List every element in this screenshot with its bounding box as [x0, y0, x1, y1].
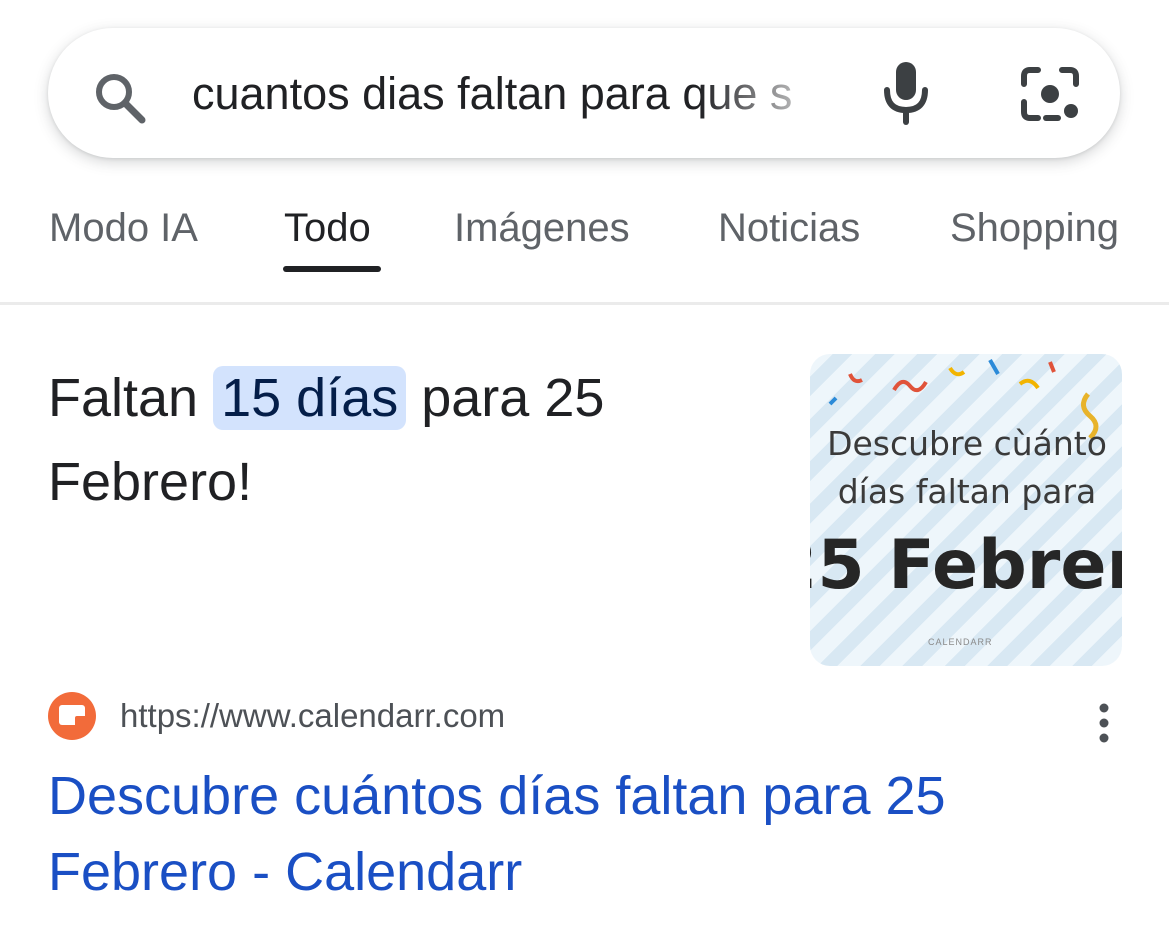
thumbnail-line-2: días faltan para	[837, 472, 1097, 511]
answer-prefix: Faltan	[48, 368, 214, 428]
thumbnail-line-3: 25 Febrero	[810, 526, 1122, 605]
mic-icon[interactable]	[878, 60, 934, 126]
search-results-page: cuantos dias faltan para que s Modo IA T…	[0, 0, 1169, 947]
result-url[interactable]: https://www.calendarr.com	[120, 694, 505, 738]
featured-answer: Faltan 15 días para 25 Febrero!	[48, 356, 768, 524]
result-title-link[interactable]: Descubre cuántos días faltan para 25 Feb…	[48, 758, 1108, 910]
thumbnail-line-1: Descubre cùánto	[827, 424, 1107, 463]
thumbnail-brand: CALENDARR	[928, 637, 993, 647]
divider	[0, 302, 1169, 305]
calendarr-favicon-icon	[48, 692, 96, 740]
answer-highlight: 15 días	[213, 366, 407, 430]
more-options-icon[interactable]	[1088, 702, 1120, 746]
lens-camera-icon[interactable]	[1018, 64, 1082, 124]
tab-todo[interactable]: Todo	[284, 200, 371, 256]
tab-imagenes[interactable]: Imágenes	[454, 200, 630, 256]
search-icon[interactable]	[90, 68, 150, 128]
result-thumbnail[interactable]: Descubre cùánto días faltan para 25 Febr…	[810, 354, 1122, 666]
tab-modo-ia[interactable]: Modo IA	[49, 200, 198, 256]
tab-shopping[interactable]: Shopping	[950, 200, 1119, 256]
tab-noticias[interactable]: Noticias	[718, 200, 860, 256]
search-input[interactable]: cuantos dias faltan para que s	[192, 62, 842, 126]
active-tab-indicator	[283, 266, 381, 272]
